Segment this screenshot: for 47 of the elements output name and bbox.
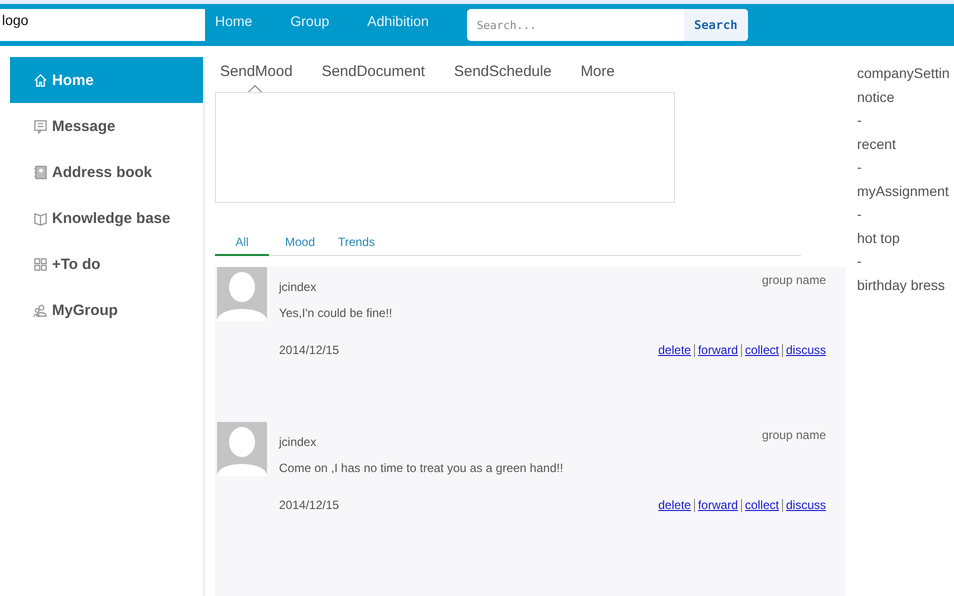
- filter-tab[interactable]: Mood: [282, 235, 318, 255]
- post-text: Yes,I'n could be fine!!: [279, 306, 394, 320]
- side-link[interactable]: birthday bress: [857, 274, 954, 297]
- action-link[interactable]: discuss: [786, 498, 826, 512]
- author-name: jcindex: [279, 280, 316, 294]
- side-link[interactable]: -: [857, 203, 954, 226]
- action-link[interactable]: forward: [698, 498, 738, 512]
- side-link[interactable]: companySettin: [857, 62, 954, 86]
- contacts-icon: [33, 164, 48, 180]
- group-name: group name: [762, 273, 826, 289]
- side-link[interactable]: hot top: [857, 226, 954, 250]
- action-link[interactable]: forward: [698, 343, 738, 357]
- sidebar-item[interactable]: Knowledge base: [10, 195, 203, 241]
- post-date: 2014/12/15: [279, 343, 340, 357]
- logo-text: logo: [0, 9, 205, 41]
- filter-tab[interactable]: All: [215, 235, 269, 256]
- author-name: jcindex: [279, 435, 316, 449]
- action-link[interactable]: collect: [744, 343, 779, 357]
- compose-tab[interactable]: More: [580, 63, 615, 89]
- side-link[interactable]: notice: [857, 86, 954, 109]
- action-link[interactable]: delete: [658, 343, 691, 357]
- action-link[interactable]: delete: [658, 498, 691, 512]
- group-name: group name: [762, 428, 826, 444]
- grid-icon: [33, 256, 48, 272]
- side-link[interactable]: -: [857, 250, 954, 274]
- compose-area[interactable]: [215, 92, 675, 203]
- action-link[interactable]: collect: [744, 498, 779, 512]
- action-link[interactable]: discuss: [786, 343, 826, 357]
- filter-tab[interactable]: Trends: [338, 235, 374, 255]
- sidebar-item[interactable]: MyGroup: [10, 287, 203, 333]
- side-link[interactable]: myAssignment: [857, 180, 954, 203]
- sidebar-item[interactable]: +To do: [10, 241, 203, 287]
- side-link[interactable]: recent: [857, 132, 954, 156]
- side-link[interactable]: -: [857, 156, 954, 180]
- compose-tab[interactable]: SendDocument: [322, 63, 425, 89]
- side-link[interactable]: -: [857, 109, 954, 132]
- group-icon: [33, 302, 48, 318]
- compose-tab[interactable]: SendSchedule: [454, 63, 552, 89]
- message-icon: [33, 118, 48, 134]
- search-button[interactable]: Search: [684, 9, 748, 41]
- sidebar-item[interactable]: Message: [10, 103, 203, 149]
- home-icon: [33, 72, 48, 88]
- search-field[interactable]: Search... Search: [466, 9, 748, 41]
- post-text: Come on ,I has no time to treat you as a green hand!!: [279, 461, 564, 475]
- sidebar-item[interactable]: Address book: [10, 149, 203, 195]
- book-icon: [33, 210, 48, 226]
- post-date: 2014/12/15: [279, 498, 340, 512]
